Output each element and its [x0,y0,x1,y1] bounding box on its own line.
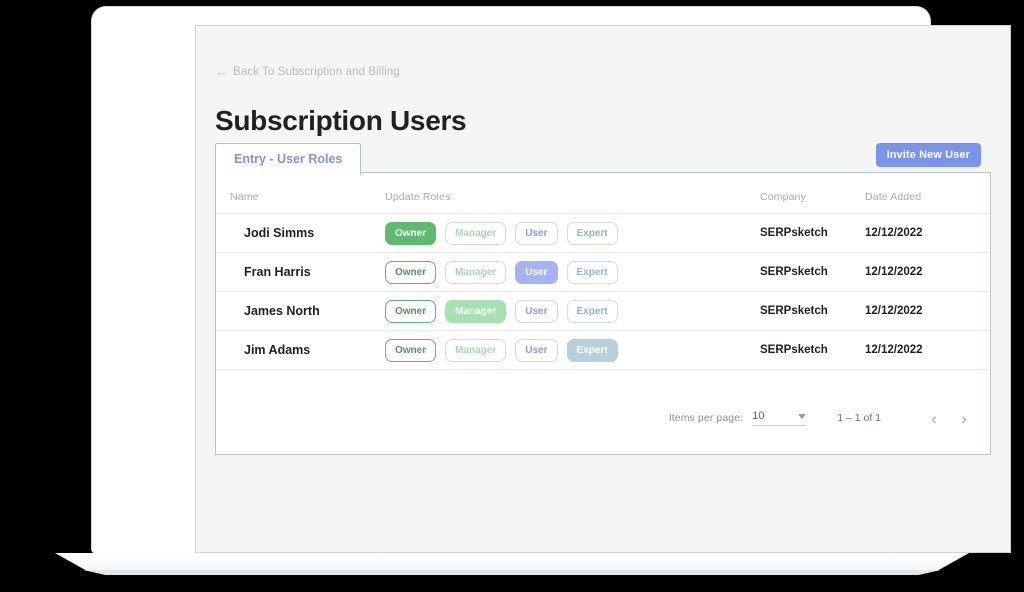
laptop-base-shadow [83,570,941,575]
role-chip-manager[interactable]: Manager [445,260,507,284]
page-content: ← Back To Subscription and Billing Subsc… [196,26,1010,552]
table-header-row: Name Update Roles Company Date Added [216,173,990,214]
role-chip-expert[interactable]: Expert [566,260,618,284]
laptop-base [55,553,969,571]
role-chip-user[interactable]: User [515,221,558,245]
arrow-left-icon: ← [215,64,229,79]
table-row: Fran Harris Owner Manager User Expert SERPske… [216,252,990,292]
laptop-lid: ← Back To Subscription and Billing Subsc… [92,7,1011,553]
cell-company: SERPsketch [760,252,865,292]
user-name: Jodi Simms [244,226,315,240]
items-per-page-label: Items per page: [668,412,744,424]
role-chip-owner[interactable]: Owner [385,221,437,245]
table-row: Jim Adams Owner Manager User Expert SERPsketc… [216,330,990,370]
table-body: Jodi Simms Owner Manager User Expert SERPsket… [216,213,990,370]
role-chip-user[interactable]: User [515,260,558,284]
cell-name: James North [216,291,385,331]
page-size-value: 10 [752,410,765,422]
role-chip-owner[interactable]: Owner [385,260,437,284]
tab-strip: Entry - User Roles [215,143,362,175]
column-header-name: Name [230,191,259,203]
chevron-down-icon [798,413,807,419]
cell-update-roles: Owner Manager User Expert [385,330,760,370]
role-chip-expert[interactable]: Expert [566,338,618,362]
users-panel: Name Update Roles Company Date Added Jod… [215,172,991,455]
table-row: Jodi Simms Owner Manager User Expert SERPsket… [216,213,990,253]
user-name: James North [244,304,320,318]
previous-page-button[interactable]: ‹ [922,406,946,430]
cell-date-added: 12/12/2022 [865,252,990,292]
paginator: Items per page: 10 1 – 1 of 1 ‹ › [669,406,976,430]
cell-company: SERPsketch [760,330,865,370]
role-chip-manager[interactable]: Manager [445,299,507,323]
cell-company: SERPsketch [760,291,865,331]
page-size-select[interactable]: 10 [752,410,807,426]
laptop-mockup: ← Back To Subscription and Billing Subsc… [0,0,1024,592]
role-chip-expert[interactable]: Expert [566,299,618,323]
role-toggle-group: Owner Manager User Expert [385,260,760,284]
table-row: James North Owner Manager User Expert SERPske… [216,291,990,331]
role-chip-expert[interactable]: Expert [566,221,618,245]
cell-update-roles: Owner Manager User Expert [385,252,760,292]
cell-date-added: 12/12/2022 [865,330,990,370]
role-chip-owner[interactable]: Owner [385,338,437,362]
role-toggle-group: Owner Manager User Expert [385,299,760,323]
role-chip-user[interactable]: User [515,338,558,362]
cell-update-roles: Owner Manager User Expert [385,291,760,331]
column-header-update-roles: Update Roles [385,191,451,203]
next-page-button[interactable]: › [952,406,976,430]
cell-date-added: 12/12/2022 [865,213,990,253]
role-chip-owner[interactable]: Owner [385,299,437,323]
role-chip-manager[interactable]: Manager [445,338,507,362]
cell-name: Fran Harris [216,252,385,292]
role-toggle-group: Owner Manager User Expert [385,221,760,245]
cell-name: Jodi Simms [216,213,385,253]
role-chip-user[interactable]: User [515,299,558,323]
column-header-date-added: Date Added [865,191,922,203]
back-to-subscription-and-billing-link[interactable]: ← Back To Subscription and Billing [215,64,400,79]
subscription-users-table: Name Update Roles Company Date Added Jod… [216,173,990,370]
page-title: Subscription Users [215,104,467,136]
user-name: Fran Harris [244,265,311,279]
cell-name: Jim Adams [216,330,385,370]
cell-company: SERPsketch [760,213,865,253]
tab-entry-user-roles[interactable]: Entry - User Roles [215,143,362,175]
laptop-screen: ← Back To Subscription and Billing Subsc… [195,25,1011,553]
table-head: Name Update Roles Company Date Added [216,173,990,214]
role-toggle-group: Owner Manager User Expert [385,338,760,362]
cell-date-added: 12/12/2022 [865,291,990,331]
column-header-company: Company [760,191,806,203]
back-link-label: Back To Subscription and Billing [233,66,400,78]
cell-update-roles: Owner Manager User Expert [385,213,760,253]
pagination-range-label: 1 – 1 of 1 [837,412,881,424]
user-name: Jim Adams [244,343,311,357]
role-chip-manager[interactable]: Manager [445,221,507,245]
invite-new-user-button[interactable]: Invite New User [875,143,981,167]
